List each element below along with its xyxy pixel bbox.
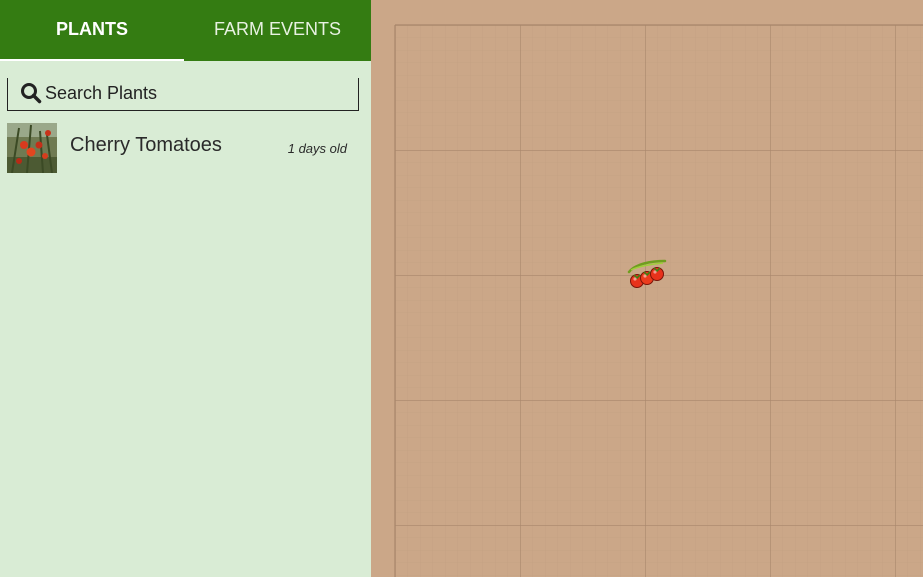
tab-bar: PLANTS FARM EVENTS xyxy=(0,0,371,61)
search-box xyxy=(7,78,359,111)
search-icon xyxy=(21,83,42,104)
tomato-photo-icon xyxy=(7,123,57,173)
search-input[interactable] xyxy=(45,80,345,106)
tab-plants[interactable]: PLANTS xyxy=(0,0,184,61)
plant-name: Cherry Tomatoes xyxy=(70,134,222,156)
farm-designer-app: PLANTS FARM EVENTS Cher xyxy=(0,0,923,577)
garden-map[interactable] xyxy=(371,0,923,577)
plant-age: 1 days old xyxy=(287,141,347,156)
sidebar-panel: PLANTS FARM EVENTS Cher xyxy=(0,0,371,577)
tab-farm-events[interactable]: FARM EVENTS xyxy=(184,0,371,61)
plant-list-item[interactable]: Cherry Tomatoes 1 days old xyxy=(7,123,352,173)
garden-grid[interactable] xyxy=(371,0,923,577)
